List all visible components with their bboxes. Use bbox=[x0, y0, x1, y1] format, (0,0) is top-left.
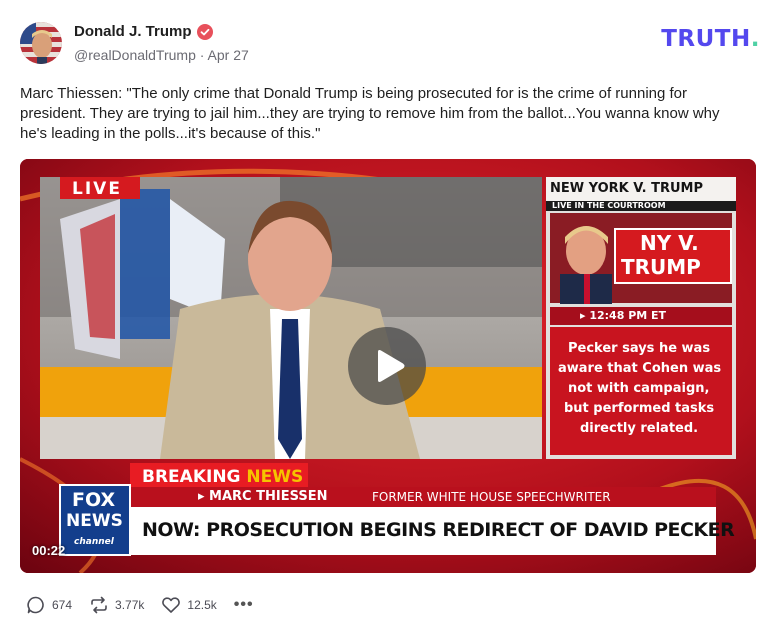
video-player[interactable]: LIVE NEW YORK V. TRUMP LIVE IN THE COURT… bbox=[20, 159, 756, 573]
like-count: 12.5k bbox=[187, 598, 217, 612]
reply-icon bbox=[27, 596, 44, 614]
meta-separator: · bbox=[199, 47, 205, 63]
side-card-line1: NY V. bbox=[640, 231, 699, 255]
avatar[interactable] bbox=[20, 22, 62, 64]
like-button[interactable]: 12.5k bbox=[161, 595, 217, 615]
logo-dot: . bbox=[750, 26, 760, 52]
side-text-5: directly related. bbox=[580, 421, 699, 436]
network-logo-3: channel bbox=[74, 537, 114, 547]
live-badge: LIVE bbox=[72, 179, 122, 199]
side-panel-subtitle: LIVE IN THE COURTROOM bbox=[552, 201, 666, 210]
side-text-2: aware that Cohen was bbox=[558, 361, 722, 376]
side-time: ▸ 12:48 PM ET bbox=[580, 309, 667, 322]
heart-icon bbox=[162, 597, 181, 613]
post-date[interactable]: Apr 27 bbox=[208, 47, 249, 63]
logo-text: TRUTH bbox=[661, 26, 751, 52]
side-card-line2: TRUMP bbox=[621, 255, 701, 279]
more-options-button[interactable]: ••• bbox=[234, 596, 254, 614]
breaking-word: BREAKING bbox=[142, 467, 241, 487]
retruth-icon bbox=[91, 596, 107, 614]
side-text-1: Pecker says he was bbox=[568, 341, 711, 356]
author-handle[interactable]: @realDonaldTrump bbox=[74, 47, 196, 63]
side-panel-title: NEW YORK V. TRUMP bbox=[550, 181, 703, 196]
reply-count: 674 bbox=[52, 598, 73, 612]
play-button[interactable] bbox=[348, 327, 426, 405]
lower-third-name: ▸ MARC THIESSEN bbox=[198, 489, 328, 504]
news-word: NEWS bbox=[246, 467, 304, 487]
retruth-count: 3.77k bbox=[115, 598, 145, 612]
lower-third-role: FORMER WHITE HOUSE SPEECHWRITER bbox=[372, 490, 611, 504]
truth-logo[interactable]: TRUTH. bbox=[661, 26, 760, 52]
post-text: Marc Thiessen: "The only crime that Dona… bbox=[20, 85, 720, 142]
video-timestamp: 00:22 bbox=[32, 543, 66, 558]
author-meta: @realDonaldTrump · Apr 27 bbox=[74, 47, 249, 63]
author-name[interactable]: Donald J. Trump bbox=[74, 23, 192, 40]
post-header: Donald J. Trump @realDonaldTrump · Apr 2… bbox=[20, 20, 760, 66]
play-icon bbox=[378, 350, 405, 382]
network-logo-1: FOX bbox=[72, 489, 116, 511]
side-text-3: not with campaign, bbox=[568, 381, 710, 396]
author-row: Donald J. Trump bbox=[74, 23, 213, 40]
reply-button[interactable]: 674 bbox=[26, 595, 72, 615]
retruth-button[interactable]: 3.77k bbox=[89, 595, 144, 615]
action-bar: 674 3.77k 12.5k ••• bbox=[26, 594, 254, 616]
side-text-4: but performed tasks bbox=[564, 401, 715, 416]
headline: NOW: PROSECUTION BEGINS REDIRECT OF DAVI… bbox=[142, 519, 735, 541]
network-logo-2: NEWS bbox=[66, 511, 123, 531]
breaking-label: BREAKING NEWS bbox=[142, 467, 303, 487]
verified-badge-icon bbox=[196, 23, 213, 40]
